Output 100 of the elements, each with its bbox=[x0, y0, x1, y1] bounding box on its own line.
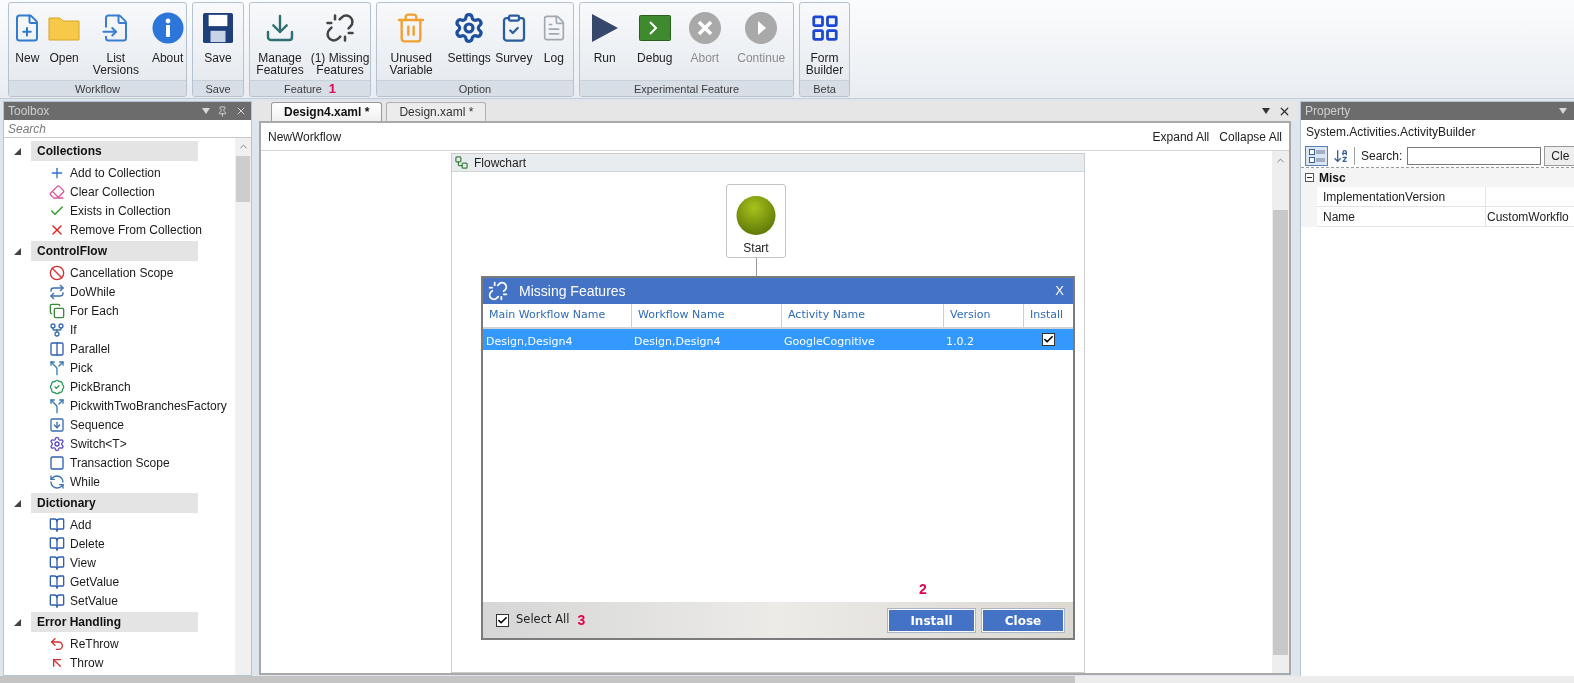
curved-arrow-icon bbox=[49, 635, 65, 652]
toolbox-item[interactable]: If bbox=[49, 320, 77, 339]
toolbox-item[interactable]: PickBranch bbox=[49, 377, 131, 396]
dialog-button[interactable]: Close bbox=[982, 609, 1064, 633]
dropdown-icon[interactable] bbox=[1262, 108, 1270, 114]
toolbox-item[interactable]: Add bbox=[49, 515, 92, 534]
toolbox-item[interactable]: For Each bbox=[49, 301, 119, 320]
ribbon-button[interactable]: Manage Features bbox=[250, 11, 310, 76]
pin-icon[interactable] bbox=[217, 105, 228, 117]
search-field[interactable] bbox=[1407, 146, 1542, 165]
vertical-scrollbar[interactable] bbox=[1272, 151, 1289, 673]
category-label: Misc bbox=[1319, 169, 1346, 187]
categorized-view-button[interactable] bbox=[1305, 145, 1328, 166]
horizontal-scrollbar[interactable] bbox=[0, 676, 1574, 683]
ribbon-button[interactable]: Log bbox=[536, 11, 571, 64]
column-header[interactable]: Install bbox=[1030, 307, 1064, 324]
ribbon-button[interactable]: Run bbox=[587, 11, 622, 64]
toolbox-item[interactable]: While bbox=[49, 472, 100, 491]
toolbox-item[interactable]: DoWhile bbox=[49, 282, 116, 301]
column-header[interactable]: Version bbox=[950, 307, 991, 324]
expanded-triangle-icon[interactable] bbox=[14, 499, 21, 507]
start-circle-icon bbox=[736, 196, 776, 235]
toolbox-item[interactable]: Add to Collection bbox=[49, 163, 161, 182]
info-icon bbox=[151, 12, 184, 44]
column-header[interactable]: Activity Name bbox=[788, 307, 866, 324]
category-header[interactable]: Error Handling bbox=[31, 612, 198, 632]
split-arrows-icon bbox=[49, 397, 65, 414]
ribbon-button[interactable]: (1) Missing Features bbox=[310, 11, 370, 76]
column-header[interactable]: Main Workflow Name bbox=[489, 307, 606, 324]
search-field[interactable]: Search bbox=[4, 120, 251, 138]
toolbox-item[interactable]: Sequence bbox=[49, 415, 125, 434]
folder-icon bbox=[48, 15, 81, 41]
action-link[interactable]: Collapse All bbox=[1219, 127, 1282, 146]
title-bar-x-button[interactable]: X bbox=[1055, 281, 1064, 301]
toolbox-item[interactable]: Remove From Collection bbox=[49, 220, 203, 239]
document-tab[interactable]: Design.xaml * bbox=[386, 102, 487, 121]
toolbox-item[interactable]: Pick bbox=[49, 358, 93, 377]
start-node[interactable]: Start bbox=[726, 184, 786, 258]
ribbon-button[interactable]: Debug bbox=[637, 11, 673, 64]
category-header[interactable]: Dictionary bbox=[31, 493, 198, 513]
ribbon-button[interactable]: Unused Variable bbox=[379, 11, 444, 76]
toolbox-item[interactable]: Exists in Collection bbox=[49, 201, 171, 220]
eraser-icon bbox=[49, 183, 65, 200]
ribbon-button[interactable]: Open bbox=[47, 11, 82, 64]
property-row[interactable]: Name CustomWorkflo bbox=[1301, 207, 1574, 227]
action-link[interactable]: Expand All bbox=[1152, 127, 1210, 146]
select-all-label[interactable]: Select All bbox=[516, 611, 570, 629]
scrollbar-thumb[interactable] bbox=[1273, 210, 1288, 655]
prohibited-icon bbox=[49, 264, 65, 281]
toolbox-item[interactable]: Parallel bbox=[49, 339, 111, 358]
group-label: Feature bbox=[283, 82, 322, 95]
toolbox-item[interactable]: Transaction Scope bbox=[49, 453, 170, 472]
ribbon-button[interactable]: New bbox=[10, 11, 45, 64]
cross-circle-icon bbox=[688, 12, 721, 44]
toolbox-item[interactable]: Switch<T> bbox=[49, 434, 127, 453]
expanded-triangle-icon[interactable] bbox=[14, 618, 21, 626]
expanded-triangle-icon[interactable] bbox=[14, 247, 21, 255]
toolbox-item[interactable]: Throw bbox=[49, 653, 104, 672]
panel-title: Property bbox=[1305, 103, 1351, 120]
toolbox-item[interactable]: Delete bbox=[49, 534, 105, 553]
ribbon-button[interactable]: About bbox=[150, 11, 185, 64]
scrollbar-thumb[interactable] bbox=[236, 156, 250, 202]
book-icon bbox=[49, 592, 65, 609]
dialog-button[interactable]: Install bbox=[888, 609, 975, 633]
toolbox-item[interactable]: GetValue bbox=[49, 572, 120, 591]
toolbox-item[interactable]: Clear Collection bbox=[49, 182, 155, 201]
ribbon-button[interactable]: List Versions bbox=[83, 11, 148, 76]
categorized-list-icon bbox=[1308, 148, 1325, 163]
ribbon-button[interactable]: Settings bbox=[447, 11, 491, 64]
toolbox-item[interactable]: View bbox=[49, 553, 96, 572]
ribbon-button[interactable]: Save bbox=[201, 11, 235, 64]
document-tab[interactable]: Design4.xaml * bbox=[271, 102, 383, 121]
breadcrumb-label[interactable]: NewWorkflow bbox=[268, 127, 342, 146]
expanded-triangle-icon[interactable] bbox=[14, 147, 21, 155]
vertical-scrollbar[interactable] bbox=[235, 138, 251, 675]
toolbox-item[interactable]: ReThrow bbox=[49, 634, 119, 653]
toolbox-item[interactable]: Cancellation Scope bbox=[49, 263, 174, 282]
category-header[interactable]: ControlFlow bbox=[31, 241, 198, 261]
checkbox[interactable] bbox=[496, 613, 509, 627]
collapse-icon[interactable] bbox=[1305, 173, 1314, 182]
group-label: Save bbox=[205, 82, 231, 95]
flowchart-icon bbox=[454, 155, 469, 170]
table-cell: GoogleCognitive bbox=[784, 334, 875, 348]
book-icon bbox=[49, 573, 65, 590]
toolbox-item[interactable]: SetValue bbox=[49, 591, 118, 610]
ribbon-button[interactable]: Form Builder bbox=[800, 11, 849, 76]
property-value[interactable]: CustomWorkflo bbox=[1487, 207, 1569, 226]
toolbox-item[interactable]: PickwithTwoBranchesFactory bbox=[49, 396, 227, 415]
column-header[interactable]: Workflow Name bbox=[638, 307, 725, 324]
scrollbar-thumb[interactable] bbox=[0, 676, 1075, 683]
ribbon-button[interactable]: Survey bbox=[495, 11, 533, 64]
clear-button[interactable]: Cle bbox=[1544, 145, 1574, 166]
check-icon bbox=[497, 614, 508, 626]
property-row[interactable]: ImplementationVersion bbox=[1301, 187, 1574, 207]
category-row[interactable]: Misc bbox=[1301, 168, 1574, 187]
group-label: Experimental Feature bbox=[633, 82, 740, 95]
checkbox[interactable] bbox=[1041, 333, 1055, 346]
category-header[interactable]: Collections bbox=[31, 141, 198, 161]
table-cell: Design,Design4 bbox=[634, 334, 721, 348]
group-label: Beta bbox=[813, 82, 836, 95]
